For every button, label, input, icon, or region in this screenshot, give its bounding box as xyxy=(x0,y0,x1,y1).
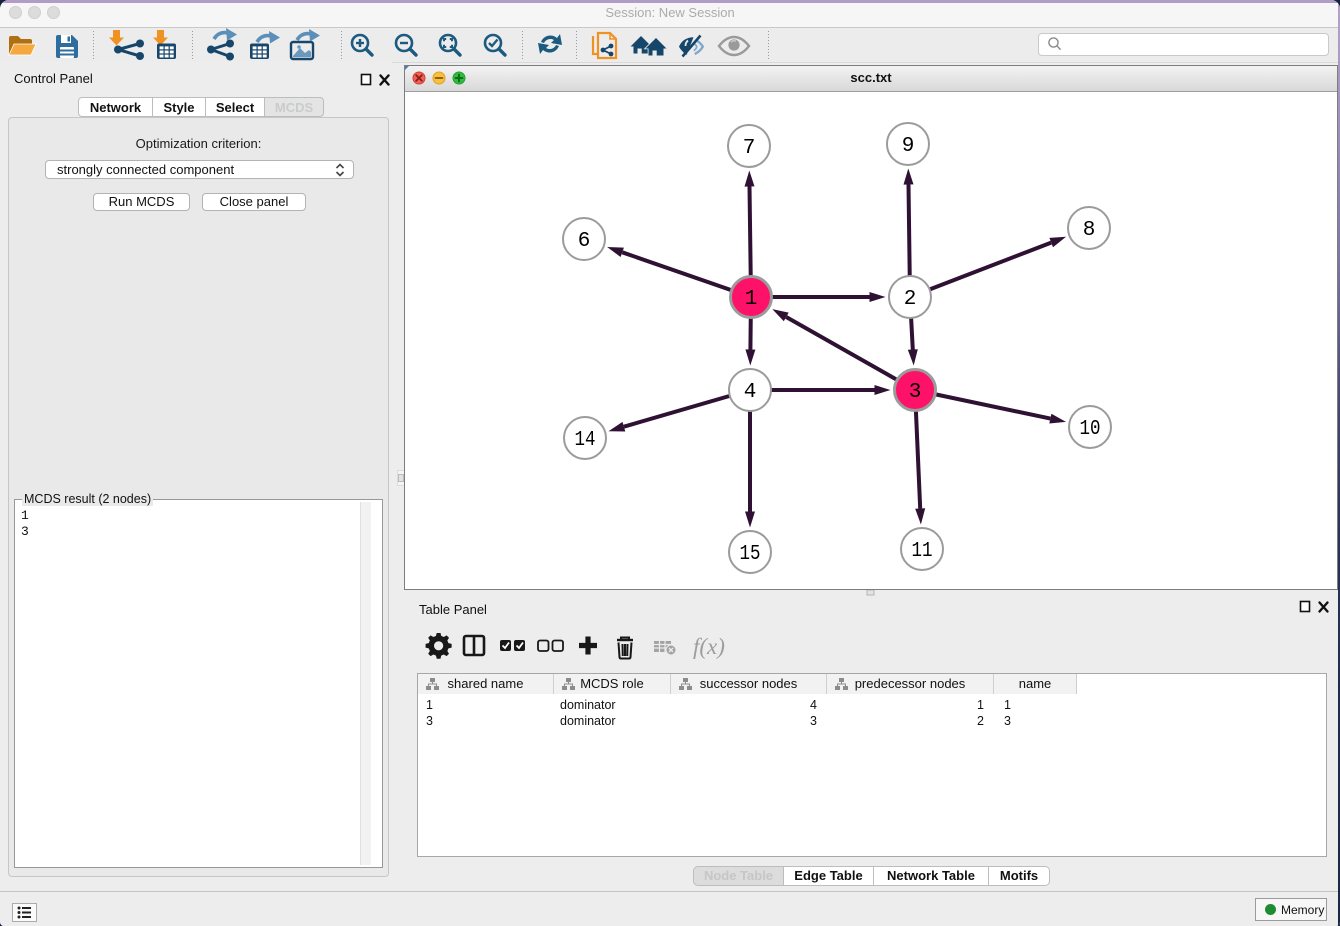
svg-text:15: 15 xyxy=(740,543,761,566)
svg-text:14: 14 xyxy=(575,429,596,452)
svg-text:2: 2 xyxy=(904,288,917,311)
svg-text:11: 11 xyxy=(912,540,933,563)
svg-text:f(x): f(x) xyxy=(693,634,725,659)
svg-text:9: 9 xyxy=(902,135,915,158)
svg-text:7: 7 xyxy=(743,137,756,160)
svg-text:4: 4 xyxy=(744,381,757,404)
svg-text:6: 6 xyxy=(578,230,591,253)
svg-text:10: 10 xyxy=(1080,418,1101,441)
svg-text:3: 3 xyxy=(909,381,922,404)
svg-text:8: 8 xyxy=(1083,219,1096,242)
svg-text:1: 1 xyxy=(745,288,758,311)
